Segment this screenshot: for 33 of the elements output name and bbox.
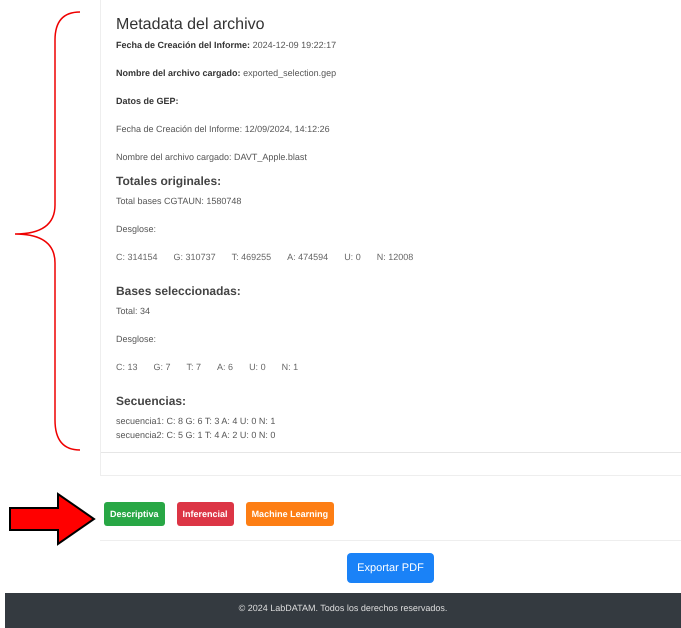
base-count: G: 7 [154,362,171,372]
analysis-button[interactable]: Machine Learning [246,502,334,526]
metadata-field: Fecha de Creación del Informe: 2024-12-09 19:22:17 [116,40,667,50]
total-text: Total bases CGTAUN: 1580748 [116,196,242,206]
base-count: C: 314154 [116,252,158,262]
base-count: N: 1 [282,362,298,372]
footer-text: © 2024 LabDATAM. Todos los derechos reservados. [5,593,681,628]
base-count: A: 474594 [287,252,328,262]
analysis-button[interactable]: Inferencial [176,502,234,526]
base-count: T: 7 [186,362,202,372]
metadata-field: Nombre del archivo cargado: exported_selection.gep [116,68,667,78]
base-count: T: 469255 [232,252,272,262]
export-pdf-button[interactable]: Exportar PDF [347,553,434,583]
gep-heading: Datos de GEP: [116,96,180,106]
base-count: U: 0 [249,362,266,372]
section-title: Metadata del archivo [116,16,266,34]
sequence-line: secuencia1: C: 8 G: 6 T: 3 A: 4 U: 0 N: 1 [116,416,276,426]
analysis-button[interactable]: Descriptiva [104,502,165,526]
total-text: Total: 34 [116,306,152,316]
section-heading: Secuencias: [116,394,188,408]
section-heading: Totales originales: [116,174,222,188]
gep-line: Fecha de Creación del Informe: 12/09/2024, 14:12:26 [116,124,331,134]
base-count: N: 12008 [376,252,414,262]
section-heading: Bases seleccionadas: [116,284,242,298]
base-count: U: 0 [344,252,361,262]
breakdown-label: Desglose: [116,334,158,344]
gep-line: Nombre del archivo cargado: DAVT_Apple.blast [116,152,308,162]
breakdown-label: Desglose: [116,224,158,234]
base-count: C: 13 [116,362,138,372]
base-count: A: 6 [217,362,234,372]
base-count: G: 310737 [174,252,216,262]
sequence-line: secuencia2: C: 5 G: 1 T: 4 A: 2 U: 0 N: 0 [116,430,276,440]
arrow-icon [8,492,96,546]
